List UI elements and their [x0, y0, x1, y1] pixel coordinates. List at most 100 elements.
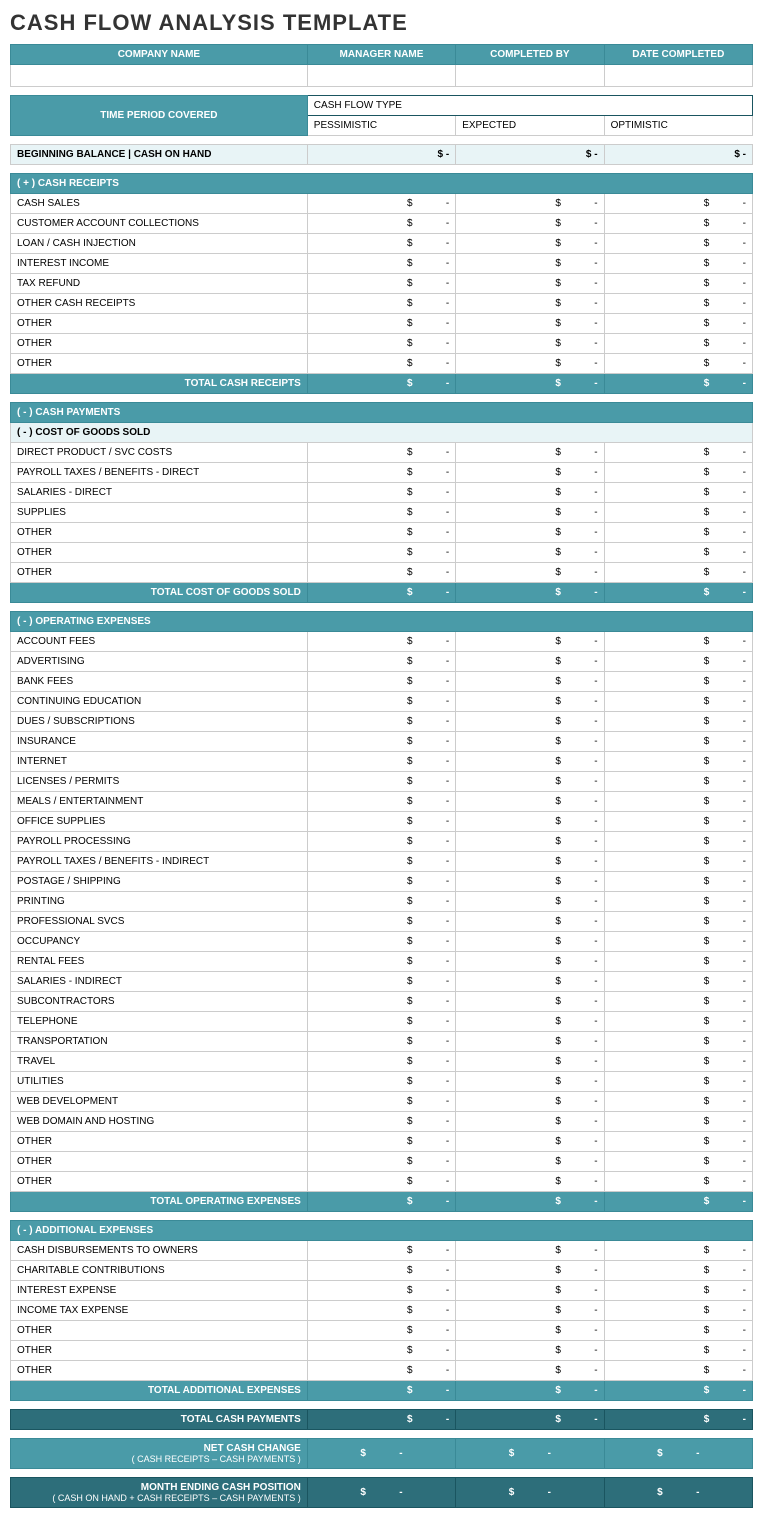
pessimistic-header: PESSIMISTIC [307, 116, 455, 136]
total-cash-receipts-optimistic: $ - [604, 374, 752, 394]
list-item: PRINTING$ -$ -$ - [11, 892, 753, 912]
list-item: SUBCONTRACTORS$ -$ -$ - [11, 992, 753, 1012]
list-item: ACCOUNT FEES$ -$ -$ - [11, 632, 753, 652]
interest-income-label: INTEREST INCOME [11, 254, 308, 274]
total-cogs-label: TOTAL COST OF GOODS SOLD [11, 583, 308, 603]
opex-other-3-label: OTHER [11, 1172, 308, 1192]
list-item: OCCUPANCY$ -$ -$ - [11, 932, 753, 952]
list-item: OTHER $ - $ - $ - [11, 314, 753, 334]
printing-label: PRINTING [11, 892, 308, 912]
list-item: PROFESSIONAL SVCS$ -$ -$ - [11, 912, 753, 932]
customer-collections-expected[interactable]: $ - [456, 214, 604, 234]
loan-cash-pessimistic[interactable]: $ - [307, 234, 455, 254]
beginning-balance-optimistic[interactable]: $ - [604, 145, 752, 165]
other-1-pessimistic[interactable]: $ - [307, 314, 455, 334]
list-item: CASH DISBURSEMENTS TO OWNERS$ -$ -$ - [11, 1241, 753, 1261]
completed-by-input[interactable] [456, 65, 604, 87]
income-tax-expense-label: INCOME TAX EXPENSE [11, 1301, 308, 1321]
tax-refund-optimistic[interactable]: $ - [604, 274, 752, 294]
meals-entertainment-label: MEALS / ENTERTAINMENT [11, 792, 308, 812]
list-item: INSURANCE$ -$ -$ - [11, 732, 753, 752]
company-name-input[interactable] [11, 65, 308, 87]
other-2-label: OTHER [11, 334, 308, 354]
other-2-pessimistic[interactable]: $ - [307, 334, 455, 354]
list-item: OTHER $ - $ - $ - [11, 334, 753, 354]
beginning-balance-pessimistic[interactable]: $ - [307, 145, 455, 165]
list-item: CONTINUING EDUCATION$ -$ -$ - [11, 692, 753, 712]
list-item: WEB DOMAIN AND HOSTING$ -$ -$ - [11, 1112, 753, 1132]
cogs-other-2-label: OTHER [11, 543, 308, 563]
supplies-label: SUPPLIES [11, 503, 308, 523]
total-cogs-expected: $ - [456, 583, 604, 603]
other-3-expected[interactable]: $ - [456, 354, 604, 374]
other-cash-receipts-optimistic[interactable]: $ - [604, 294, 752, 314]
direct-product-label: DIRECT PRODUCT / SVC COSTS [11, 443, 308, 463]
manager-name-input[interactable] [307, 65, 455, 87]
tax-refund-pessimistic[interactable]: $ - [307, 274, 455, 294]
net-cash-change-label: NET CASH CHANGE ( CASH RECEIPTS – CASH P… [11, 1439, 308, 1469]
loan-cash-optimistic[interactable]: $ - [604, 234, 752, 254]
list-item: RENTAL FEES$ -$ -$ - [11, 952, 753, 972]
list-item: OFFICE SUPPLIES$ -$ -$ - [11, 812, 753, 832]
addl-other-1-label: OTHER [11, 1321, 308, 1341]
other-3-pessimistic[interactable]: $ - [307, 354, 455, 374]
interest-income-optimistic[interactable]: $ - [604, 254, 752, 274]
operating-expenses-header: ( - ) OPERATING EXPENSES [11, 612, 753, 632]
page-title: CASH FLOW ANALYSIS TEMPLATE [10, 10, 753, 36]
rental-fees-label: RENTAL FEES [11, 952, 308, 972]
list-item: PAYROLL TAXES / BENEFITS - INDIRECT$ -$ … [11, 852, 753, 872]
payroll-taxes-indirect-label: PAYROLL TAXES / BENEFITS - INDIRECT [11, 852, 308, 872]
interest-expense-label: INTEREST EXPENSE [11, 1281, 308, 1301]
cash-flow-type-label: CASH FLOW TYPE [307, 96, 752, 116]
other-1-optimistic[interactable]: $ - [604, 314, 752, 334]
list-item: BANK FEES$ -$ -$ - [11, 672, 753, 692]
total-cash-payments-label: TOTAL CASH PAYMENTS [11, 1410, 308, 1430]
postage-shipping-label: POSTAGE / SHIPPING [11, 872, 308, 892]
professional-svcs-label: PROFESSIONAL SVCS [11, 912, 308, 932]
list-item: LOAN / CASH INJECTION $ - $ - $ - [11, 234, 753, 254]
other-1-expected[interactable]: $ - [456, 314, 604, 334]
list-item: TAX REFUND $ - $ - $ - [11, 274, 753, 294]
telephone-label: TELEPHONE [11, 1012, 308, 1032]
customer-collections-optimistic[interactable]: $ - [604, 214, 752, 234]
interest-income-expected[interactable]: $ - [456, 254, 604, 274]
other-3-optimistic[interactable]: $ - [604, 354, 752, 374]
list-item: OTHER CASH RECEIPTS $ - $ - $ - [11, 294, 753, 314]
other-cash-receipts-expected[interactable]: $ - [456, 294, 604, 314]
other-cash-receipts-pessimistic[interactable]: $ - [307, 294, 455, 314]
tax-refund-expected[interactable]: $ - [456, 274, 604, 294]
list-item: DUES / SUBSCRIPTIONS$ -$ -$ - [11, 712, 753, 732]
cash-sales-optimistic[interactable]: $ - [604, 194, 752, 214]
beginning-balance-expected[interactable]: $ - [456, 145, 604, 165]
loan-cash-expected[interactable]: $ - [456, 234, 604, 254]
web-domain-hosting-label: WEB DOMAIN AND HOSTING [11, 1112, 308, 1132]
cash-payments-header: ( - ) CASH PAYMENTS [11, 403, 753, 423]
interest-income-pessimistic[interactable]: $ - [307, 254, 455, 274]
cash-sales-pessimistic[interactable]: $ - [307, 194, 455, 214]
total-operating-expenses-label: TOTAL OPERATING EXPENSES [11, 1192, 308, 1212]
opex-other-1-label: OTHER [11, 1132, 308, 1152]
other-2-expected[interactable]: $ - [456, 334, 604, 354]
date-completed-header: DATE COMPLETED [604, 45, 752, 65]
customer-account-collections-label: CUSTOMER ACCOUNT COLLECTIONS [11, 214, 308, 234]
transportation-label: TRANSPORTATION [11, 1032, 308, 1052]
total-cogs-optimistic: $ - [604, 583, 752, 603]
list-item: INTEREST INCOME $ - $ - $ - [11, 254, 753, 274]
payroll-processing-label: PAYROLL PROCESSING [11, 832, 308, 852]
cash-sales-expected[interactable]: $ - [456, 194, 604, 214]
customer-collections-pessimistic[interactable]: $ - [307, 214, 455, 234]
other-cash-receipts-label: OTHER CASH RECEIPTS [11, 294, 308, 314]
occupancy-label: OCCUPANCY [11, 932, 308, 952]
list-item: INTEREST EXPENSE$ -$ -$ - [11, 1281, 753, 1301]
list-item: OTHER $ - $ - $ - [11, 523, 753, 543]
licenses-permits-label: LICENSES / PERMITS [11, 772, 308, 792]
list-item: OTHER$ -$ -$ - [11, 1361, 753, 1381]
date-completed-input[interactable] [604, 65, 752, 87]
web-development-label: WEB DEVELOPMENT [11, 1092, 308, 1112]
list-item: ADVERTISING$ -$ -$ - [11, 652, 753, 672]
travel-label: TRAVEL [11, 1052, 308, 1072]
cogs-header: ( - ) COST OF GOODS SOLD [11, 423, 753, 443]
additional-expenses-header: ( - ) ADDITIONAL EXPENSES [11, 1221, 753, 1241]
list-item: DIRECT PRODUCT / SVC COSTS $ - $ - $ - [11, 443, 753, 463]
other-2-optimistic[interactable]: $ - [604, 334, 752, 354]
